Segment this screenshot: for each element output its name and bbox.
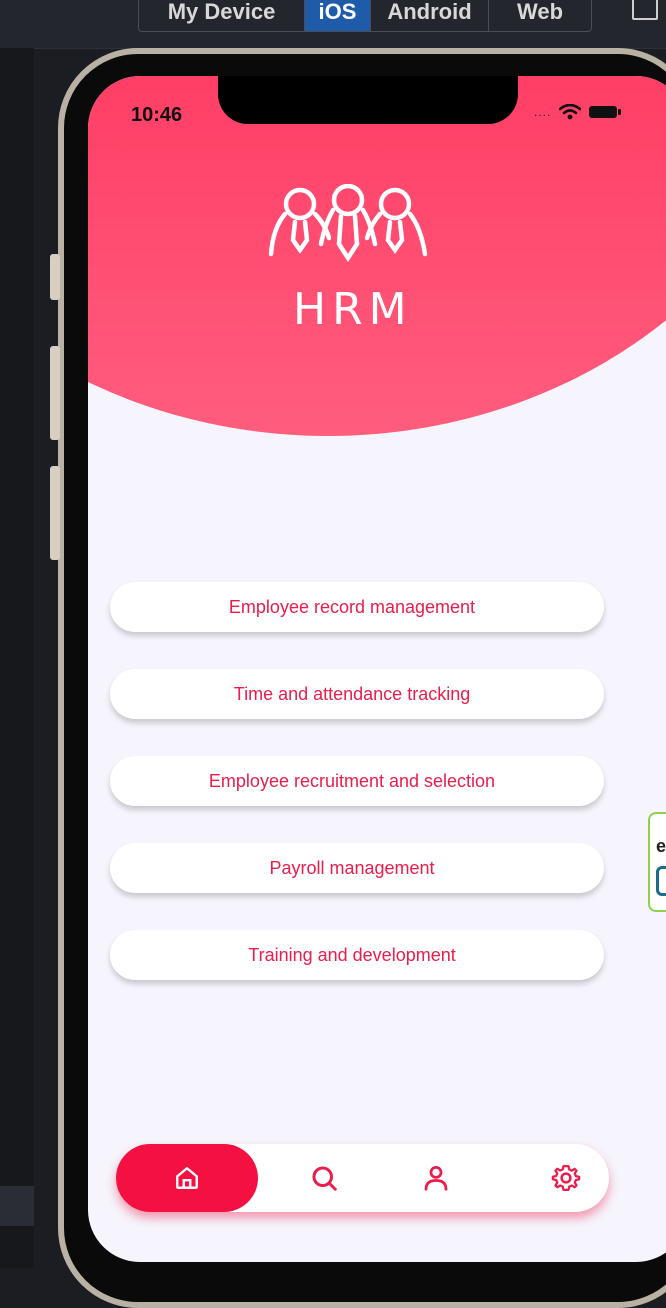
menu-button-label: Employee recruitment and selection xyxy=(208,770,496,791)
left-panel-footer xyxy=(0,1186,34,1226)
volume-down-button xyxy=(50,466,60,560)
menu-payroll-button[interactable]: Payroll management xyxy=(110,843,604,893)
tab-profile[interactable] xyxy=(408,1144,464,1212)
gear-icon xyxy=(551,1165,581,1191)
menu-recruitment-button[interactable]: Employee recruitment and selection xyxy=(110,756,604,806)
menu-time-attendance-button[interactable]: Time and attendance tracking xyxy=(110,669,604,719)
signal-dots: .... xyxy=(534,105,552,119)
menu-training-button[interactable]: Training and development xyxy=(110,930,604,980)
wifi-icon xyxy=(559,104,582,120)
menu-button-label: Time and attendance tracking xyxy=(233,683,471,704)
tab-ios[interactable]: iOS xyxy=(305,0,371,31)
tab-home[interactable] xyxy=(116,1144,258,1212)
menu-button-label: Training and development xyxy=(248,944,456,965)
tab-web[interactable]: Web xyxy=(489,0,591,31)
battery-icon xyxy=(589,106,622,118)
silent-switch xyxy=(50,254,60,300)
menu-employee-records-button[interactable]: Employee record management xyxy=(110,582,604,632)
tab-search[interactable] xyxy=(296,1144,352,1212)
phone-notch xyxy=(218,76,518,124)
floating-side-widget[interactable]: e xyxy=(648,812,666,912)
bottom-tab-bar xyxy=(116,1144,609,1212)
search-icon xyxy=(312,1166,337,1191)
status-time: 10:46 xyxy=(131,104,183,126)
device-selector-bar: My Device iOS Android Web xyxy=(0,0,666,49)
menu-button-label: Employee record management xyxy=(228,596,476,617)
left-panel-edge xyxy=(0,48,34,1268)
app-logo-text: HRM xyxy=(293,284,413,335)
main-menu: Employee record management Time and atte… xyxy=(110,582,604,1017)
menu-button-label: Payroll management xyxy=(269,857,435,878)
user-icon xyxy=(424,1166,448,1191)
volume-up-button xyxy=(50,346,60,440)
widget-box-icon xyxy=(656,866,666,896)
window-toggle-icon[interactable] xyxy=(632,0,658,20)
device-segmented-control: My Device iOS Android Web xyxy=(138,0,592,32)
status-icons: .... xyxy=(534,104,622,120)
tab-android[interactable]: Android xyxy=(371,0,489,31)
tab-settings[interactable] xyxy=(538,1144,594,1212)
home-icon xyxy=(176,1167,198,1189)
phone-screen: 10:46 .... HRM Employee record managemen… xyxy=(88,76,666,1262)
tab-my-device[interactable]: My Device xyxy=(139,0,305,31)
widget-glyph-icon: e xyxy=(656,836,666,856)
